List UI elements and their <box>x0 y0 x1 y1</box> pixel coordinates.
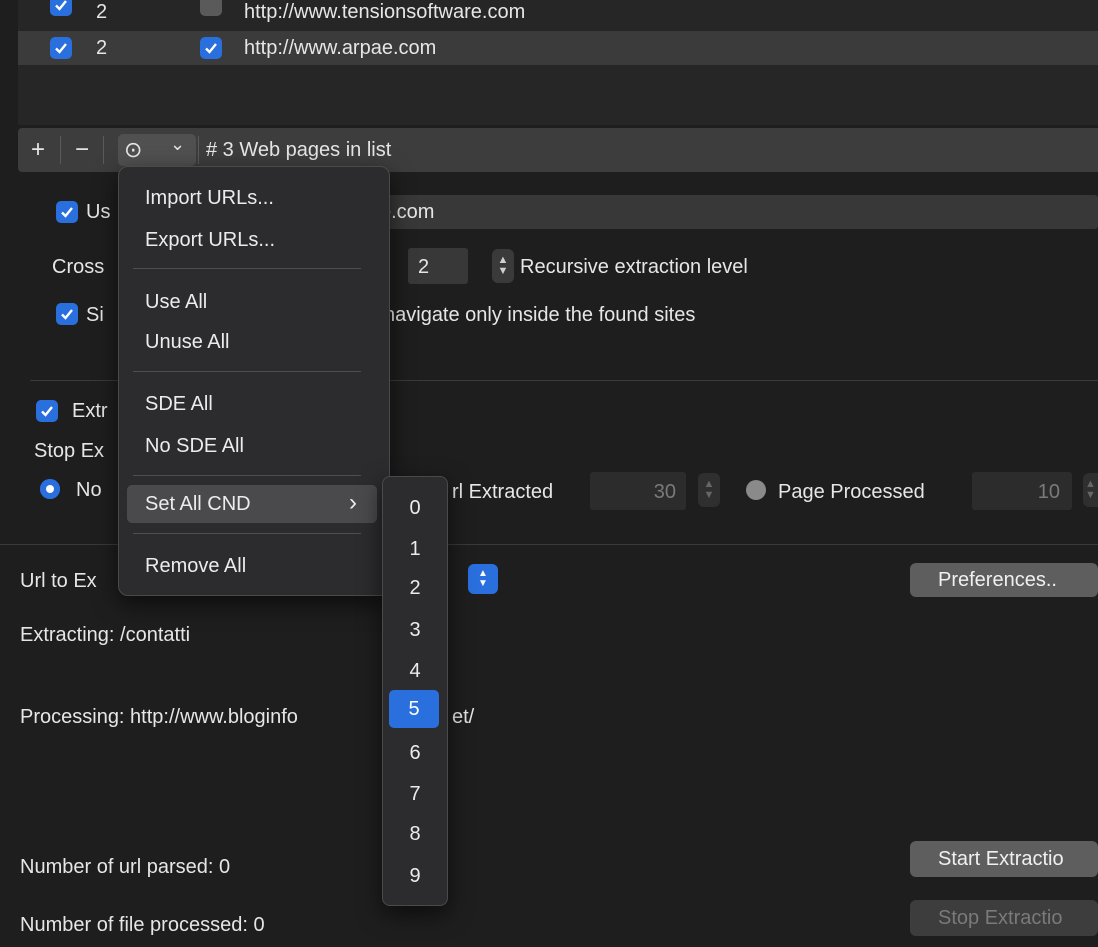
submenu-item-0[interactable]: 0 <box>383 497 447 520</box>
remove-button[interactable]: − <box>68 136 96 164</box>
preferences-button[interactable]: Preferences.. <box>910 563 1098 597</box>
submenu-item-selected-highlight[interactable]: 5 <box>389 690 439 728</box>
page-processed-radio[interactable] <box>746 480 766 500</box>
processing-status: Processing: http://www.bloginfo <box>20 706 298 728</box>
page-processed-label: Page Processed <box>778 481 925 503</box>
menu-separator <box>133 371 361 372</box>
processing-status-tail: et/ <box>452 706 475 728</box>
menu-item-no-sde-all[interactable]: No SDE All <box>145 435 244 458</box>
submenu-item-3[interactable]: 3 <box>383 619 447 642</box>
use-checkbox[interactable] <box>50 37 72 59</box>
extracting-status: Extracting: /contatti <box>20 624 191 646</box>
url-extracted-field[interactable]: 30 <box>590 472 686 510</box>
recursive-level-stepper[interactable]: ▲ ▼ <box>492 249 514 283</box>
url-to-extract-label: Url to Ex <box>20 570 97 592</box>
menu-separator <box>133 533 361 534</box>
recursive-level-label: Recursive extraction level <box>520 256 748 278</box>
url-to-extract-popup-button[interactable]: ▲ ▼ <box>468 564 498 594</box>
list-row[interactable]: 2 http://www.arpae.com <box>18 31 1098 65</box>
menu-item-import-urls[interactable]: Import URLs... <box>145 187 274 210</box>
url-extracted-label: rl Extracted <box>452 481 554 503</box>
no-limit-radio[interactable] <box>40 479 60 499</box>
url-text: http://www.arpae.com <box>244 37 437 59</box>
submenu-item-1[interactable]: 1 <box>383 538 447 561</box>
submenu-item-6[interactable]: 6 <box>383 742 447 765</box>
menu-item-sde-all[interactable]: SDE All <box>145 393 213 416</box>
use-option-checkbox[interactable] <box>56 201 78 223</box>
set-all-cnd-label: Set All CND <box>145 493 251 515</box>
page-processed-field[interactable]: 10 <box>972 472 1072 510</box>
radio-dot-icon <box>46 485 54 493</box>
page-processed-stepper[interactable]: ▲ ▼ <box>1083 473 1098 507</box>
chevron-down-icon: ⌄ <box>170 134 186 154</box>
simple-option-description: navigate only inside the found sites <box>384 304 696 326</box>
submenu-item-2[interactable]: 2 <box>383 577 447 600</box>
extract-label: Extr <box>72 400 108 422</box>
actions-menu: Import URLs... Export URLs... Use All Un… <box>118 166 390 596</box>
menu-item-remove-all[interactable]: Remove All <box>145 555 246 578</box>
url-extracted-stepper[interactable]: ▲ ▼ <box>698 473 720 507</box>
recursive-level-value: 2 <box>418 256 430 278</box>
url-parsed-count: Number of url parsed: 0 <box>20 856 231 878</box>
no-limit-label: No <box>76 479 102 501</box>
recursive-level-field[interactable]: 2 <box>408 248 468 284</box>
submenu-item-4[interactable]: 4 <box>383 660 447 683</box>
submenu-item-8[interactable]: 8 <box>383 823 447 846</box>
simple-option-label: Si <box>86 304 104 326</box>
level-value: 2 <box>96 37 108 59</box>
stop-extraction-button[interactable]: Stop Extractio <box>910 900 1098 936</box>
simple-option-checkbox[interactable] <box>56 303 78 325</box>
submenu-item-7[interactable]: 7 <box>383 783 447 806</box>
use-option-label: Us <box>86 201 111 223</box>
menu-item-export-urls[interactable]: Export URLs... <box>145 229 275 252</box>
page-count-label: # 3 Web pages in list <box>206 139 392 161</box>
chevron-right-icon: › <box>349 489 357 516</box>
ellipsis-circle-icon: ⊙ <box>124 137 143 162</box>
sde-checkbox[interactable] <box>200 37 222 59</box>
start-extraction-button[interactable]: Start Extractio <box>910 841 1098 877</box>
menu-separator <box>133 268 361 269</box>
menu-separator <box>133 475 361 476</box>
menu-item-use-all[interactable]: Use All <box>145 291 207 314</box>
use-checkbox[interactable] <box>50 0 72 16</box>
more-actions-button[interactable]: ⊙ ⌄ <box>118 134 196 166</box>
stop-extraction-label: Stop Ex <box>34 440 105 462</box>
page-processed-value: 10 <box>1037 481 1060 503</box>
file-processed-count: Number of file processed: 0 <box>20 914 265 936</box>
chevron-down-icon: ▼ <box>478 578 488 589</box>
level-value: 2 <box>96 1 108 23</box>
cross-label: Cross <box>52 256 105 278</box>
add-button[interactable]: + <box>24 136 52 164</box>
toolbar-divider <box>198 136 199 164</box>
submenu-item-5: 5 <box>408 698 420 720</box>
url-text: http://www.tensionsoftware.com <box>244 1 526 23</box>
sde-checkbox[interactable] <box>200 0 222 16</box>
extract-checkbox[interactable] <box>36 400 58 422</box>
menu-item-unuse-all[interactable]: Unuse All <box>145 331 230 354</box>
url-extracted-value: 30 <box>653 481 676 503</box>
list-row[interactable]: 2 http://www.tensionsoftware.com <box>18 0 1098 31</box>
use-url-field[interactable]: e.com <box>380 195 1098 229</box>
menu-item-set-all-cnd[interactable]: Set All CND › <box>127 485 377 523</box>
url-list: 2 http://www.tensionsoftware.com 2 http:… <box>18 0 1098 125</box>
toolbar-divider <box>60 136 61 164</box>
submenu-item-9[interactable]: 9 <box>383 865 447 888</box>
toolbar-divider <box>103 136 104 164</box>
cnd-submenu: 0 1 2 3 4 5 6 7 8 9 <box>382 476 448 906</box>
